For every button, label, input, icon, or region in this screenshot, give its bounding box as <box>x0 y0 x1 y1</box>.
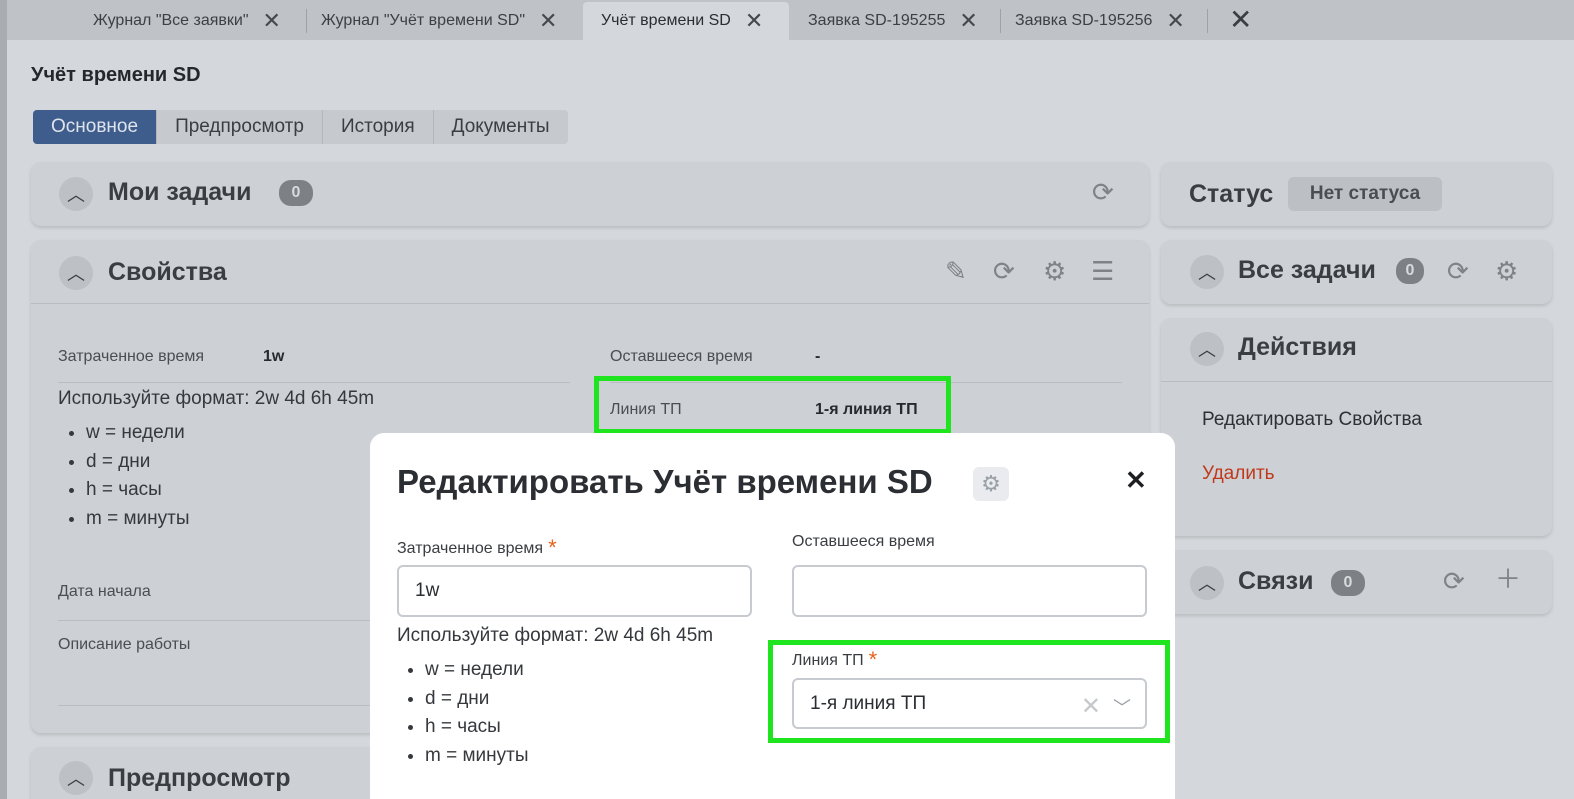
count-badge: 0 <box>1331 570 1365 596</box>
tab-all-requests-journal[interactable]: Журнал "Все заявки" ✕ <box>93 2 281 40</box>
left-edge-strip <box>0 0 7 799</box>
list-item: w = недели <box>86 422 190 451</box>
panel-title: Связи <box>1238 567 1314 595</box>
divider <box>58 705 398 706</box>
panel-title: Мои задачи <box>108 178 252 206</box>
document-tab-bar: Журнал "Все заявки" ✕ Журнал "Учёт време… <box>7 0 1574 40</box>
tab-label: Журнал "Все заявки" <box>93 12 249 29</box>
status-badge: Нет статуса <box>1288 177 1442 211</box>
panel-title: Действия <box>1238 333 1357 361</box>
tab-separator <box>306 9 307 33</box>
close-icon[interactable]: ✕ <box>1125 465 1147 496</box>
divider <box>31 303 1149 304</box>
count-badge: 0 <box>1396 258 1424 284</box>
close-icon[interactable]: ✕ <box>1166 10 1184 32</box>
actions-panel: ︿ Действия Редактировать Свойства Удалит… <box>1161 318 1552 536</box>
links-panel: ︿ Связи 0 ⟳ ＋ <box>1161 550 1552 614</box>
chevron-up-icon[interactable]: ︿ <box>59 177 93 211</box>
panel-title: Все задачи <box>1238 256 1376 284</box>
highlight-box <box>768 640 1170 743</box>
list-item: m = минуты <box>425 745 529 774</box>
divider <box>58 382 570 383</box>
tab-request-195255[interactable]: Заявка SD-195255 ✕ <box>808 2 978 40</box>
format-hint: Используйте формат: 2w 4d 6h 45m <box>397 625 714 646</box>
list-item: h = часы <box>425 716 529 745</box>
page-title: Учёт времени SD <box>31 64 201 86</box>
list-item: d = дни <box>86 451 190 480</box>
tab-separator <box>1207 9 1208 33</box>
all-tasks-panel: ︿ Все задачи 0 ⟳ ⚙ <box>1161 240 1552 304</box>
refresh-icon[interactable]: ⟳ <box>1447 258 1469 284</box>
chevron-up-icon[interactable]: ︿ <box>1190 566 1224 600</box>
tab-label: Учёт времени SD <box>601 12 731 29</box>
menu-icon[interactable]: ☰ <box>1091 258 1114 284</box>
close-icon[interactable]: ✕ <box>745 10 763 32</box>
close-icon[interactable]: ✕ <box>539 10 557 32</box>
remaining-time-label: Оставшееся время <box>610 348 753 365</box>
dialog-title: Редактировать Учёт времени SD <box>397 463 933 500</box>
list-item: w = недели <box>425 659 529 688</box>
work-description-label: Описание работы <box>58 636 191 653</box>
refresh-icon[interactable]: ⟳ <box>1092 179 1114 205</box>
gear-icon[interactable]: ⚙ <box>1495 258 1518 284</box>
spent-time-label: Затраченное время <box>58 348 205 365</box>
tab-time-tracking-sd[interactable]: Учёт времени SD ✕ <box>583 2 789 40</box>
gear-icon[interactable]: ⚙ <box>1043 258 1066 284</box>
start-date-label: Дата начала <box>58 583 151 600</box>
list-item: h = часы <box>86 479 190 508</box>
required-mark: * <box>548 535 557 560</box>
tab-main[interactable]: Основное <box>33 110 158 144</box>
tab-label: Журнал "Учёт времени SD" <box>321 12 525 29</box>
edit-properties-link[interactable]: Редактировать Свойства <box>1202 409 1422 431</box>
edit-dialog: Редактировать Учёт времени SD ⚙ ✕ Затрач… <box>370 433 1175 799</box>
tab-documents[interactable]: Документы <box>434 110 568 144</box>
gear-icon[interactable]: ⚙ <box>973 467 1009 501</box>
tab-preview[interactable]: Предпросмотр <box>157 110 323 144</box>
chevron-up-icon[interactable]: ︿ <box>1190 332 1224 366</box>
format-list: w = недели d = дни h = часы m = минуты <box>397 659 529 773</box>
edit-pencil-icon[interactable]: ✎ <box>945 258 967 284</box>
delete-link[interactable]: Удалить <box>1202 463 1275 485</box>
highlight-box <box>594 376 951 434</box>
my-tasks-panel: ︿ Мои задачи 0 ⟳ <box>31 162 1149 226</box>
status-label: Статус <box>1189 180 1274 208</box>
spent-time-label: Затраченное время * <box>397 533 557 560</box>
tab-separator <box>1000 9 1001 33</box>
divider <box>1161 381 1552 382</box>
panel-title: Свойства <box>108 258 227 286</box>
plus-icon[interactable]: ＋ <box>1495 566 1521 592</box>
tab-request-195256[interactable]: Заявка SD-195256 ✕ <box>1015 2 1185 40</box>
list-item: m = минуты <box>86 508 190 537</box>
divider <box>58 620 398 621</box>
list-item: d = дни <box>425 688 529 717</box>
chevron-up-icon[interactable]: ︿ <box>59 256 93 290</box>
refresh-icon[interactable]: ⟳ <box>993 258 1015 284</box>
section-tabs: Основное Предпросмотр История Документы <box>33 110 568 144</box>
format-list: w = недели d = дни h = часы m = минуты <box>58 422 190 536</box>
spent-time-value: 1w <box>263 348 285 365</box>
tab-label: Заявка SD-195256 <box>1015 12 1153 29</box>
field-label-text: Затраченное время <box>397 540 544 557</box>
panel-title: Предпросмотр <box>108 764 291 792</box>
format-hint: Используйте формат: 2w 4d 6h 45m <box>58 388 375 409</box>
remaining-time-label: Оставшееся время <box>792 533 935 550</box>
close-all-tabs-icon[interactable]: ✕ <box>1229 3 1252 36</box>
chevron-up-icon[interactable]: ︿ <box>59 761 93 795</box>
tab-history[interactable]: История <box>323 110 434 144</box>
close-icon[interactable]: ✕ <box>263 10 281 32</box>
chevron-up-icon[interactable]: ︿ <box>1190 255 1224 289</box>
count-badge: 0 <box>279 180 313 206</box>
close-icon[interactable]: ✕ <box>959 10 977 32</box>
remaining-time-input[interactable] <box>792 565 1147 617</box>
refresh-icon[interactable]: ⟳ <box>1443 568 1465 594</box>
tab-label: Заявка SD-195255 <box>808 12 946 29</box>
spent-time-input[interactable]: 1w <box>397 565 752 617</box>
remaining-time-value: - <box>815 348 821 365</box>
tab-time-tracking-journal[interactable]: Журнал "Учёт времени SD" ✕ <box>321 2 557 40</box>
